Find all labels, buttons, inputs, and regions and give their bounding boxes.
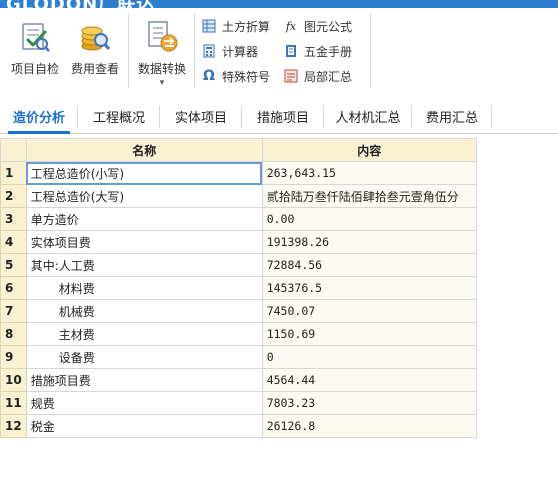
fee-view-label: 费用查看 bbox=[70, 62, 119, 76]
formula-icon: fx bbox=[285, 19, 297, 33]
earthwork-convert-label: 土方折算 bbox=[222, 19, 271, 34]
cell-name[interactable]: 机械费 bbox=[25, 299, 263, 323]
cell-name[interactable]: 实体项目费 bbox=[25, 230, 263, 254]
project-check-label: 项目自检 bbox=[10, 62, 59, 76]
cell-name[interactable]: 主材费 bbox=[25, 322, 263, 346]
row-number[interactable]: 1 bbox=[0, 161, 27, 185]
formula-button[interactable]: fx 图元公式 bbox=[284, 16, 352, 36]
tab-labor-material-machine-summary[interactable]: 人材机汇总 bbox=[324, 100, 412, 133]
cell-value[interactable]: 263,643.15 bbox=[261, 161, 477, 185]
cell-value[interactable]: 72884.56 bbox=[261, 253, 477, 277]
cell-name[interactable]: 工程总造价(大写) bbox=[25, 184, 263, 208]
ribbon-toolbar: 项目自检 费用查看 数据转换 ▾ 土方折算 计算器 Ω 特殊符号 fx 图元公式… bbox=[0, 8, 558, 94]
special-symbol-button[interactable]: Ω 特殊符号 bbox=[202, 66, 270, 86]
table-row[interactable]: 6 材料费 145376.5 bbox=[0, 276, 477, 300]
ribbon-separator bbox=[370, 14, 371, 88]
omega-icon: Ω bbox=[203, 68, 215, 84]
cell-value[interactable]: 26126.8 bbox=[261, 414, 477, 438]
fee-view-icon bbox=[78, 20, 112, 54]
hardware-manual-icon bbox=[284, 44, 298, 58]
partial-summary-button[interactable]: 局部汇总 bbox=[284, 66, 352, 86]
ribbon-separator bbox=[194, 14, 195, 88]
tab-cost-analysis[interactable]: 造价分析 bbox=[0, 100, 78, 134]
project-check-button[interactable]: 项目自检 bbox=[6, 16, 64, 88]
fee-view-button[interactable]: 费用查看 bbox=[66, 16, 124, 88]
table-row[interactable]: 3 单方造价 0.00 bbox=[0, 207, 477, 231]
cell-value[interactable]: 7450.07 bbox=[261, 299, 477, 323]
table-row[interactable]: 5 其中:人工费 72884.56 bbox=[0, 253, 477, 277]
table-body: 1 工程总造价(小写) 263,643.15 2 工程总造价(大写) 贰拾陆万叁仟陆佰肆拾… bbox=[0, 161, 477, 438]
special-symbol-label: 特殊符号 bbox=[222, 69, 271, 84]
tab-bar: 造价分析 工程概况 实体项目 措施项目 人材机汇总 费用汇总 bbox=[0, 100, 558, 134]
table-row[interactable]: 9 设备费 0 bbox=[0, 345, 477, 369]
table-row[interactable]: 12 税金 26126.8 bbox=[0, 414, 477, 438]
cell-name[interactable]: 材料费 bbox=[25, 276, 263, 300]
hardware-manual-label: 五金手册 bbox=[304, 44, 353, 59]
table-row[interactable]: 8 主材费 1150.69 bbox=[0, 322, 477, 346]
cell-name[interactable]: 设备费 bbox=[25, 345, 263, 369]
cell-name[interactable]: 工程总造价(小写) bbox=[25, 161, 263, 185]
row-number[interactable]: 6 bbox=[0, 276, 27, 300]
table-row[interactable]: 11 规费 7803.23 bbox=[0, 391, 477, 415]
row-number[interactable]: 2 bbox=[0, 184, 27, 208]
cell-value[interactable]: 145376.5 bbox=[261, 276, 477, 300]
title-bar: GLODON广联达 bbox=[0, 0, 558, 8]
column-header-name[interactable]: 名称 bbox=[25, 138, 263, 162]
row-number[interactable]: 3 bbox=[0, 207, 27, 231]
cost-analysis-table: 名称 内容 1 工程总造价(小写) 263,643.15 2 工程总造价(大写) 贰拾陆万… bbox=[0, 138, 477, 438]
table-header-row: 名称 内容 bbox=[0, 138, 477, 162]
cell-value[interactable]: 1150.69 bbox=[261, 322, 477, 346]
data-convert-label: 数据转换 bbox=[137, 62, 186, 76]
row-number[interactable]: 10 bbox=[0, 368, 27, 392]
cell-name[interactable]: 其中:人工费 bbox=[25, 253, 263, 277]
calculator-icon bbox=[202, 44, 216, 58]
row-number[interactable]: 4 bbox=[0, 230, 27, 254]
calculator-button[interactable]: 计算器 bbox=[202, 41, 258, 61]
data-convert-icon bbox=[145, 20, 179, 54]
chevron-down-icon: ▾ bbox=[159, 78, 165, 88]
table-row[interactable]: 1 工程总造价(小写) 263,643.15 bbox=[0, 161, 477, 185]
table-row[interactable]: 4 实体项目费 191398.26 bbox=[0, 230, 477, 254]
formula-label: 图元公式 bbox=[304, 19, 353, 34]
row-number[interactable]: 11 bbox=[0, 391, 27, 415]
cell-value[interactable]: 191398.26 bbox=[261, 230, 477, 254]
cell-value[interactable]: 0.00 bbox=[261, 207, 477, 231]
tab-entity-items[interactable]: 实体项目 bbox=[160, 100, 242, 133]
column-header-content[interactable]: 内容 bbox=[261, 138, 477, 162]
table-row[interactable]: 7 机械费 7450.07 bbox=[0, 299, 477, 323]
cell-value[interactable]: 7803.23 bbox=[261, 391, 477, 415]
row-number[interactable]: 12 bbox=[0, 414, 27, 438]
earthwork-convert-button[interactable]: 土方折算 bbox=[202, 16, 270, 36]
partial-summary-icon bbox=[284, 69, 298, 83]
table-corner bbox=[0, 138, 27, 162]
cell-name[interactable]: 单方造价 bbox=[25, 207, 263, 231]
row-number[interactable]: 5 bbox=[0, 253, 27, 277]
row-number[interactable]: 9 bbox=[0, 345, 27, 369]
project-check-icon bbox=[18, 20, 52, 54]
cell-name[interactable]: 税金 bbox=[25, 414, 263, 438]
tab-fee-summary[interactable]: 费用汇总 bbox=[412, 100, 492, 133]
tab-measure-items[interactable]: 措施项目 bbox=[242, 100, 324, 133]
cell-value[interactable]: 0 bbox=[261, 345, 477, 369]
cell-name[interactable]: 规费 bbox=[25, 391, 263, 415]
hardware-manual-button[interactable]: 五金手册 bbox=[284, 41, 352, 61]
tab-project-overview[interactable]: 工程概况 bbox=[78, 100, 160, 133]
row-number[interactable]: 8 bbox=[0, 322, 27, 346]
earthwork-icon bbox=[202, 19, 216, 33]
partial-summary-label: 局部汇总 bbox=[304, 69, 353, 84]
data-convert-button[interactable]: 数据转换 ▾ bbox=[132, 16, 192, 88]
table-row[interactable]: 2 工程总造价(大写) 贰拾陆万叁仟陆佰肆拾叁元壹角伍分 bbox=[0, 184, 477, 208]
row-number[interactable]: 7 bbox=[0, 299, 27, 323]
calculator-label: 计算器 bbox=[222, 44, 259, 59]
cell-value[interactable]: 4564.44 bbox=[261, 368, 477, 392]
app-title: GLODON广联达 bbox=[6, 0, 155, 8]
table-row[interactable]: 10 措施项目费 4564.44 bbox=[0, 368, 477, 392]
cell-value[interactable]: 贰拾陆万叁仟陆佰肆拾叁元壹角伍分 bbox=[261, 184, 477, 208]
ribbon-separator bbox=[128, 14, 129, 88]
cell-name[interactable]: 措施项目费 bbox=[25, 368, 263, 392]
